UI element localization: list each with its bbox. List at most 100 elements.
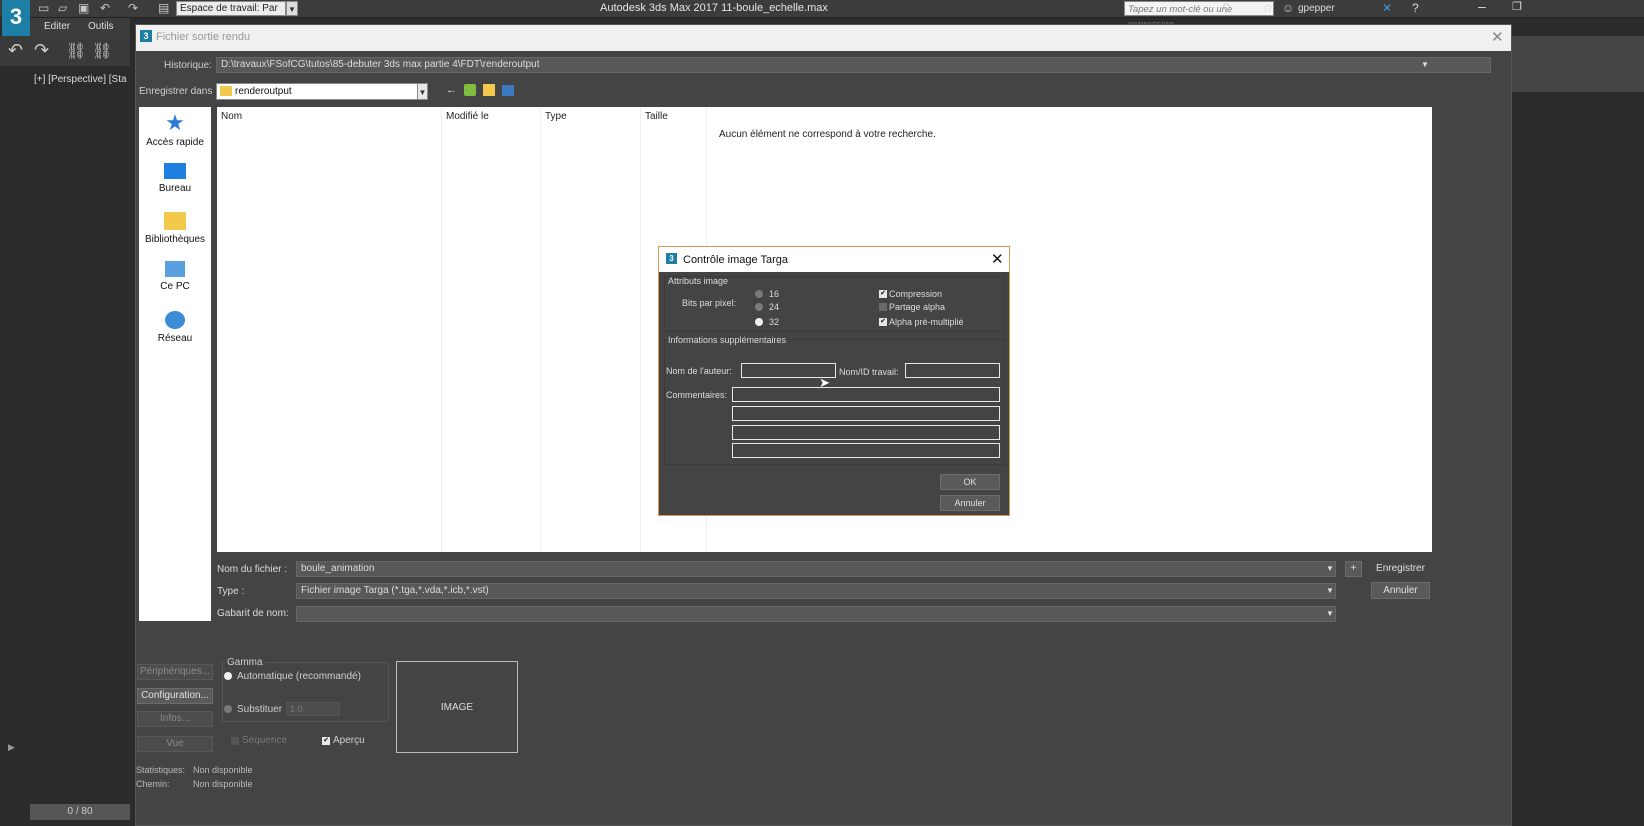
time-slider[interactable]: 0 / 80 [30, 804, 130, 820]
view-button[interactable]: Vue [137, 736, 213, 752]
comment-line-1[interactable] [732, 387, 1000, 402]
redo-icon[interactable]: ↷ [128, 1, 138, 15]
bits-24-radio[interactable] [755, 303, 763, 311]
filename-input[interactable]: boule_animation [296, 561, 1336, 577]
chevron-down-icon[interactable]: ▼ [417, 83, 428, 100]
binoculars-icon[interactable]: ⚲ [1222, 1, 1231, 15]
history-select[interactable]: D:\travaux\FSofCG\tutos\85-debuter 3ds m… [216, 57, 1491, 73]
place-libraries[interactable]: Bibliothèques [139, 212, 211, 245]
bits-32-radio[interactable] [755, 318, 763, 326]
comment-line-3[interactable] [732, 425, 1000, 440]
dialog-title: Fichier sortie rendu [156, 31, 251, 43]
open-file-icon[interactable]: ▱ [58, 1, 67, 15]
type-select[interactable]: Fichier image Targa (*.tga,*.vda,*.icb,*… [296, 583, 1336, 599]
history-label: Historique: [164, 60, 212, 71]
comments-label: Commentaires: [666, 390, 728, 400]
menu-tools[interactable]: Outils [88, 21, 114, 32]
gamma-auto-radio[interactable] [224, 672, 232, 680]
star-icon[interactable]: ☆ [1262, 1, 1273, 15]
bits-16-label: 16 [769, 289, 780, 299]
view-menu-icon[interactable] [502, 85, 514, 96]
gamma-override-label: Substituer [237, 704, 283, 715]
gamma-override-radio[interactable] [224, 705, 232, 713]
ok-button[interactable]: OK [940, 474, 1000, 490]
save-file-icon[interactable]: ▣ [78, 1, 89, 15]
restore-icon[interactable]: ❐ [1512, 0, 1522, 13]
stats-label: Statistiques: [136, 765, 186, 775]
column-divider [640, 107, 641, 552]
column-type[interactable]: Type [545, 111, 567, 122]
help-search-input[interactable]: Tapez un mot-clé ou une expression [1124, 1, 1274, 30]
cancel-button[interactable]: Annuler [1371, 582, 1430, 599]
save-button[interactable]: Enregistrer [1371, 560, 1430, 577]
workspace-icon: ▤ [158, 1, 170, 15]
place-network[interactable]: Réseau [139, 311, 211, 344]
place-quick-access[interactable]: ★ Accès rapide [139, 112, 211, 149]
places-bar: ★ Accès rapide Bureau Bibliothèques Ce P… [139, 107, 211, 621]
add-button[interactable]: + [1345, 561, 1362, 577]
premultiplied-checkbox[interactable]: ✔ [879, 318, 887, 326]
viewport-label[interactable]: [+] [Perspective] [Sta [34, 74, 127, 85]
redo-icon[interactable]: ↷ [34, 40, 49, 61]
comment-line-2[interactable] [732, 406, 1000, 421]
command-panel [1512, 36, 1644, 92]
info-button[interactable]: Infos... [137, 711, 213, 727]
template-select[interactable] [296, 606, 1336, 622]
app-icon: 3 [140, 30, 152, 42]
comment-line-4[interactable] [732, 443, 1000, 458]
chevron-down-icon[interactable]: ▼ [1326, 609, 1334, 618]
preview-checkbox[interactable]: ✔ [322, 737, 330, 745]
alpha-split-checkbox[interactable] [879, 303, 887, 311]
place-label: Bureau [158, 183, 192, 194]
mouse-cursor-icon: ➤ [819, 375, 830, 390]
new-file-icon[interactable]: ▭ [38, 1, 49, 15]
up-folder-icon[interactable] [464, 84, 476, 96]
gamma-value-spinner[interactable]: 1.0 [286, 702, 340, 716]
gamma-title: Gamma [225, 657, 265, 668]
type-label: Type : [217, 586, 245, 597]
chevron-down-icon[interactable]: ▼ [1326, 586, 1334, 595]
compression-checkbox[interactable]: ✔ [879, 290, 887, 298]
user-name[interactable]: gpepper [1298, 3, 1335, 14]
undo-icon[interactable]: ↶ [8, 40, 23, 61]
compression-label: Compression [889, 289, 943, 299]
play-icon[interactable]: ▶ [8, 742, 15, 753]
back-icon[interactable]: ← [446, 84, 457, 96]
bits-16-radio[interactable] [755, 290, 763, 298]
place-label: Bibliothèques [144, 234, 206, 245]
sequence-checkbox[interactable] [231, 737, 239, 745]
chevron-down-icon[interactable]: ▼ [1326, 564, 1334, 573]
place-this-pc[interactable]: Ce PC [139, 261, 211, 292]
chevron-down-icon[interactable]: ▼ [1421, 60, 1429, 69]
column-name[interactable]: Nom [221, 111, 242, 122]
empty-message: Aucun élément ne correspond à votre rech… [719, 129, 936, 140]
place-label: Accès rapide [146, 137, 204, 148]
link-icon[interactable]: ⛓ [66, 41, 86, 61]
setup-button[interactable]: Configuration... [137, 688, 213, 704]
close-icon[interactable]: ✕ [1491, 28, 1504, 46]
dialog-title: Contrôle image Targa [683, 254, 788, 266]
close-icon[interactable]: ✕ [991, 250, 1004, 268]
column-modified[interactable]: Modifié le [446, 111, 489, 122]
save-in-label: Enregistrer dans : [139, 86, 218, 97]
bits-24-label: 24 [769, 302, 780, 312]
save-in-select[interactable]: renderoutput [216, 83, 428, 100]
chevron-down-icon[interactable]: ▼ [286, 1, 298, 16]
workspace-select[interactable]: Espace de travail: Par [176, 1, 286, 16]
column-size[interactable]: Taille [645, 111, 668, 122]
author-label: Nom de l'auteur: [666, 366, 732, 376]
devices-button[interactable]: Périphériques... [137, 664, 213, 680]
job-input[interactable] [905, 363, 1000, 378]
exchange-icon[interactable]: ✕ [1382, 1, 1392, 15]
undo-icon[interactable]: ↶ [100, 1, 110, 15]
cancel-button[interactable]: Annuler [940, 495, 1000, 511]
targa-dialog: 3 Contrôle image Targa ✕ Attributs image… [658, 246, 1010, 516]
minimize-icon[interactable]: – [1478, 0, 1486, 14]
place-label: Ce PC [160, 281, 190, 292]
unlink-icon[interactable]: ⛓ [92, 41, 112, 61]
new-folder-icon[interactable] [483, 84, 495, 96]
menu-edit[interactable]: Editer [44, 21, 70, 32]
network-icon [165, 311, 185, 329]
help-icon[interactable]: ? [1412, 1, 1419, 15]
place-desktop[interactable]: Bureau [139, 163, 211, 194]
